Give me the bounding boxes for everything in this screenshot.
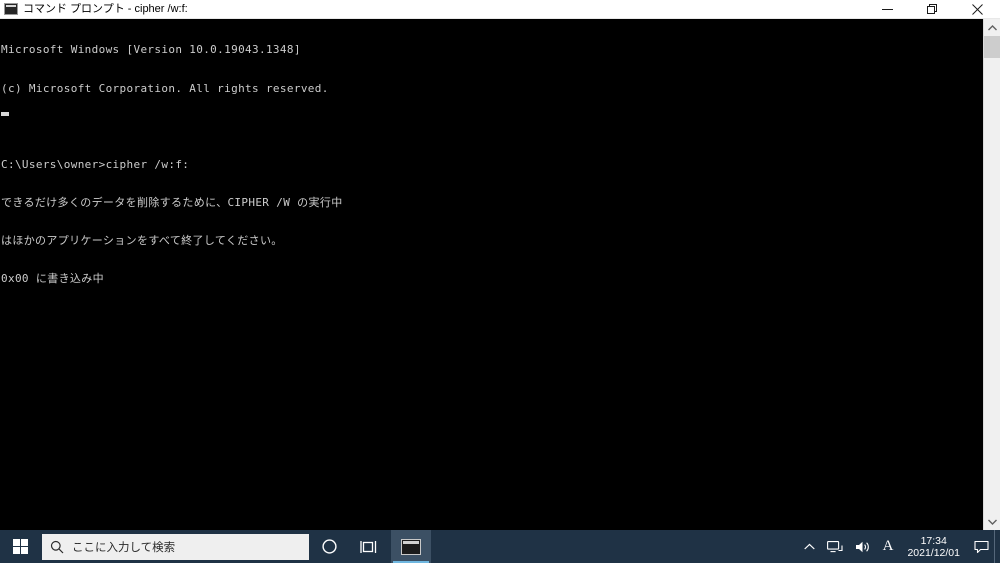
ime-indicator[interactable]: A: [877, 530, 900, 563]
console-output: Microsoft Windows [Version 10.0.19043.13…: [0, 19, 983, 530]
taskbar-app-command-prompt[interactable]: [391, 530, 431, 563]
task-view-button[interactable]: [349, 530, 389, 563]
search-input[interactable]: ここに入力して検索: [42, 533, 309, 560]
console-line-prompt: C:\Users\owner>cipher /w:f:: [1, 157, 190, 171]
command-prompt-window: コマンド プロンプト - cipher /w:f: Microsoft Wind…: [0, 0, 1000, 530]
network-icon[interactable]: [821, 530, 849, 563]
taskbar: ここに入力して検索 A 17:34 2021/12/01: [0, 530, 1000, 563]
show-desktop-button[interactable]: [994, 530, 1000, 563]
search-icon: [42, 540, 72, 554]
console-line: できるだけ多くのデータを削除するために、CIPHER /W の実行中: [1, 195, 343, 209]
notification-icon[interactable]: [968, 530, 994, 563]
restore-button[interactable]: [910, 0, 955, 18]
scrollbar-thumb[interactable]: [984, 36, 1000, 58]
system-tray: A 17:34 2021/12/01: [798, 530, 1000, 563]
text-cursor: [1, 112, 9, 116]
clock-time: 17:34: [920, 534, 947, 547]
window-title-bar[interactable]: コマンド プロンプト - cipher /w:f:: [0, 0, 1000, 19]
console-icon: [401, 538, 421, 555]
windows-logo-icon: [12, 539, 28, 554]
console-line: Microsoft Windows [Version 10.0.19043.13…: [1, 43, 301, 57]
scroll-up-button[interactable]: [984, 19, 1000, 36]
console-line: (c) Microsoft Corporation. All rights re…: [1, 81, 329, 95]
console-icon: [4, 3, 18, 15]
desktop-screen: コマンド プロンプト - cipher /w:f: Microsoft Wind…: [0, 0, 1000, 563]
speaker-icon[interactable]: [849, 530, 877, 563]
close-button[interactable]: [955, 0, 1000, 18]
clock[interactable]: 17:34 2021/12/01: [899, 530, 968, 563]
console-body[interactable]: Microsoft Windows [Version 10.0.19043.13…: [0, 19, 1000, 530]
console-line: はほかのアプリケーションをすべて終了してください。: [1, 233, 283, 247]
cortana-button[interactable]: [309, 530, 349, 563]
clock-date: 2021/12/01: [907, 546, 960, 559]
tray-overflow-button[interactable]: [798, 530, 821, 563]
console-line: 0x00 に書き込み中: [1, 271, 104, 285]
console-scrollbar[interactable]: [983, 19, 1000, 530]
ime-mode-label: A: [882, 538, 894, 554]
window-title: コマンド プロンプト - cipher /w:f:: [23, 3, 188, 15]
taskbar-spacer: [431, 530, 798, 563]
minimize-button[interactable]: [865, 0, 910, 18]
start-button[interactable]: [0, 530, 40, 563]
scroll-down-button[interactable]: [984, 513, 1000, 530]
search-placeholder-text: ここに入力して検索: [72, 541, 176, 554]
